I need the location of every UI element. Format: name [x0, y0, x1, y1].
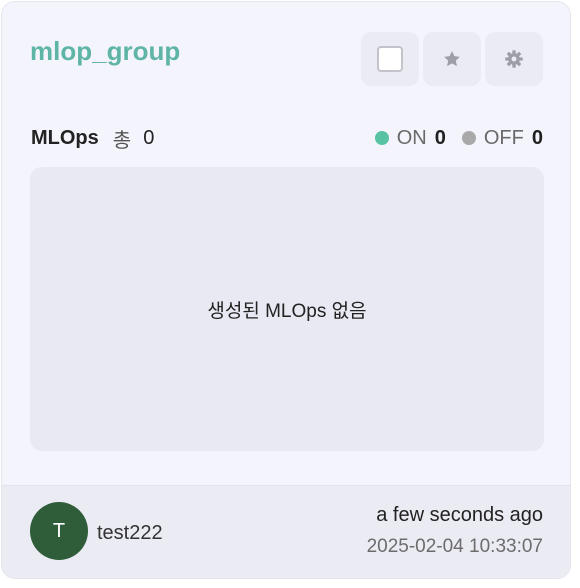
group-card[interactable]: mlop_group MLOps 총 0 ON 0 OFF 0 생성된 MLOp… [1, 1, 571, 579]
card-actions [361, 32, 543, 86]
time-relative: a few seconds ago [376, 504, 543, 526]
mlops-label: MLOps [31, 126, 99, 149]
checkbox-icon [377, 46, 403, 72]
select-checkbox-button[interactable] [361, 32, 419, 86]
empty-mlops-panel: 생성된 MLOps 없음 [30, 167, 544, 451]
gear-icon [505, 50, 523, 68]
off-label: OFF [483, 126, 524, 149]
empty-message: 생성된 MLOps 없음 [207, 300, 367, 322]
on-status-dot [374, 131, 389, 145]
total-count: 0 [143, 126, 155, 149]
card-footer: T test222 a few seconds ago 2025-02-04 1… [2, 485, 570, 578]
mlops-total: MLOps 총 0 [31, 124, 154, 153]
user-name: test222 [97, 522, 163, 544]
time-absolute: 2025-02-04 10:33:07 [366, 536, 543, 557]
avatar-initial: T [52, 519, 66, 542]
mlops-status-counts: ON 0 OFF 0 [374, 126, 543, 150]
total-label: 총 [112, 129, 132, 152]
favorite-button[interactable] [423, 32, 481, 86]
on-label: ON [396, 126, 427, 149]
on-count: 0 [434, 126, 446, 149]
star-icon [444, 51, 460, 67]
avatar: T [30, 502, 88, 560]
off-status-dot [461, 131, 476, 145]
off-count: 0 [531, 126, 543, 149]
mlops-stats: MLOps 총 0 ON 0 OFF 0 [31, 124, 543, 152]
settings-button[interactable] [485, 32, 543, 86]
group-title[interactable]: mlop_group [30, 34, 180, 68]
